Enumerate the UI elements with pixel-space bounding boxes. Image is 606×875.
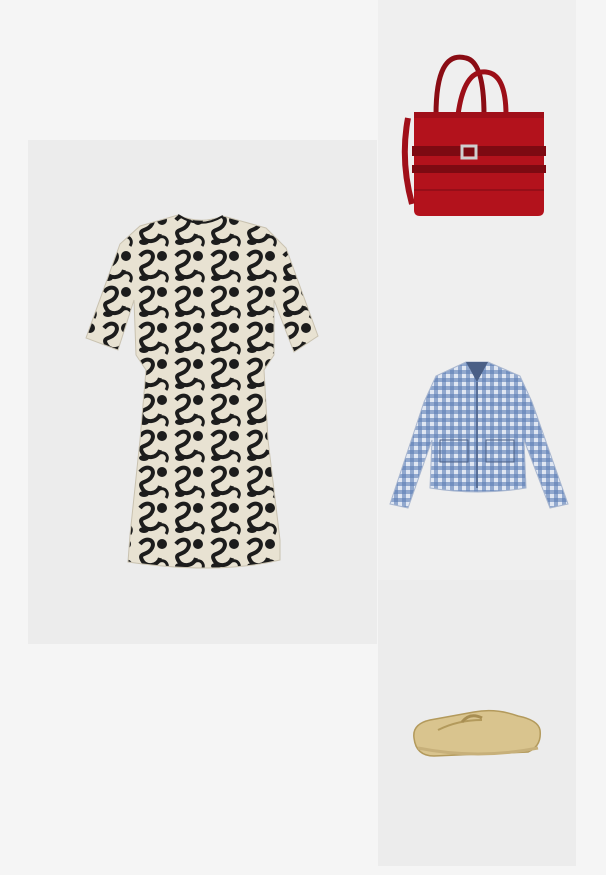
blue-gingham-shirt-jacket-image[interactable] (378, 290, 576, 580)
gold-loafer-image[interactable] (378, 580, 576, 866)
floral-print-dress-image[interactable] (28, 140, 377, 644)
product-card-shoe[interactable] (378, 580, 576, 866)
red-suede-tote-bag-image[interactable] (378, 0, 576, 290)
product-card-dress[interactable] (28, 140, 377, 644)
product-card-shirt[interactable] (378, 290, 576, 580)
bottom-gutter (0, 866, 606, 875)
product-card-bag[interactable] (378, 0, 576, 290)
